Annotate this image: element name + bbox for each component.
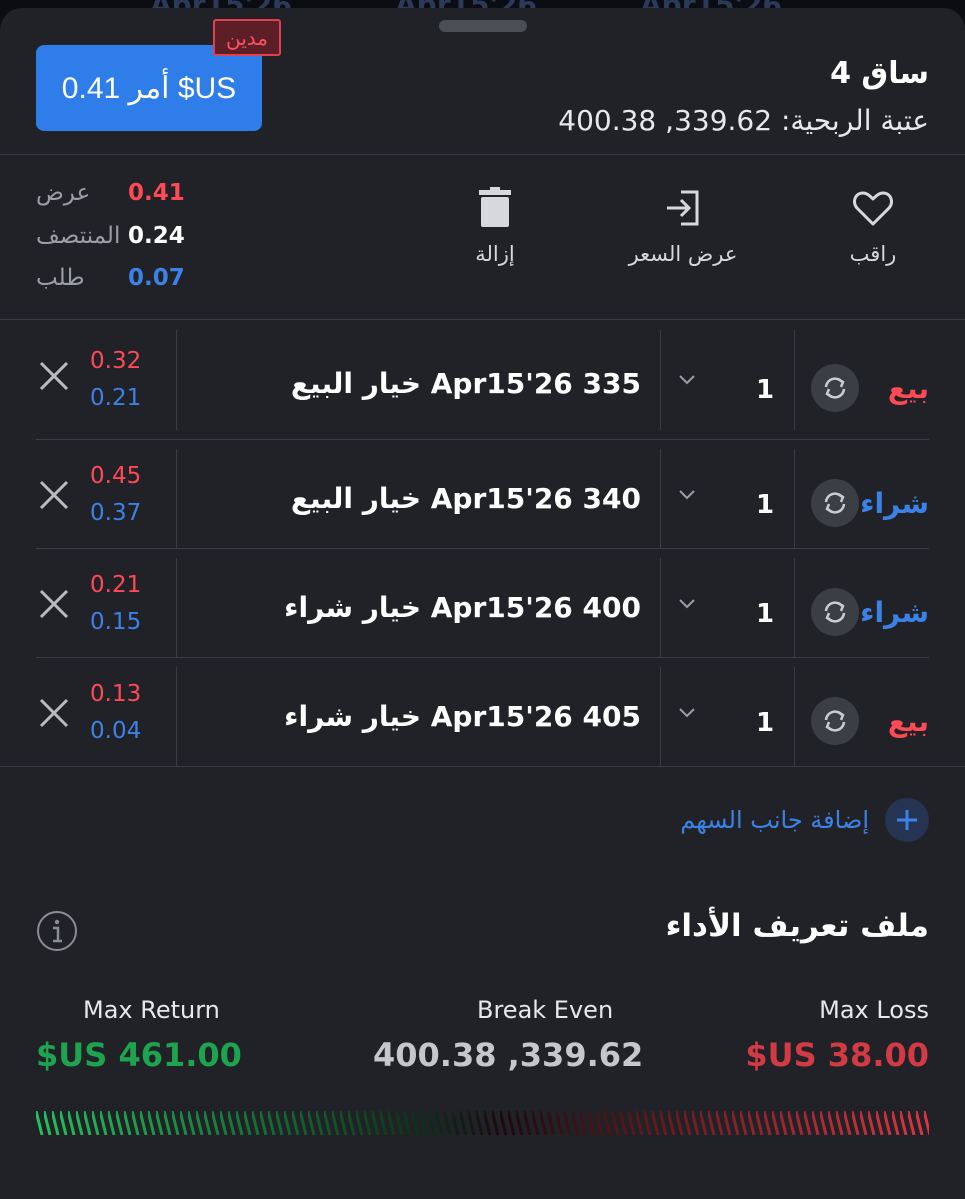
divider (0, 319, 965, 320)
risk-profile-bar (36, 1111, 929, 1135)
refresh-icon (824, 377, 846, 399)
leg-quantity[interactable]: 1 (756, 375, 774, 405)
remove-label: إزالة (475, 242, 515, 266)
leg-separator (794, 330, 795, 430)
ask-label: عرض (36, 180, 91, 206)
mid-value: 0.24 (128, 223, 185, 249)
leg-side-label[interactable]: بيع (888, 705, 929, 738)
leg-quantity[interactable]: 1 (756, 599, 774, 629)
strategy-title: ساق 4 (830, 56, 929, 91)
leg-ask: 0.32 (90, 348, 142, 374)
break-even-value: 400.38 ,339.62 (373, 1036, 644, 1074)
chevron-down-icon[interactable] (676, 592, 698, 614)
leg-separator (176, 449, 177, 549)
leg-bid: 0.04 (90, 718, 142, 744)
row-divider (36, 439, 929, 440)
row-divider (36, 657, 929, 658)
divider (0, 766, 965, 767)
toggle-side-button[interactable] (811, 588, 859, 636)
debit-badge: مدين (213, 19, 281, 56)
add-stock-leg-button[interactable]: إضافة جانب السهم (680, 798, 929, 842)
bid-value: 0.07 (128, 265, 185, 291)
leg-separator (794, 449, 795, 549)
mid-label: المنتصف (36, 223, 121, 249)
leg-ask: 0.13 (90, 681, 142, 707)
leg-separator (176, 667, 177, 767)
refresh-icon (824, 492, 846, 514)
leg-separator (660, 667, 661, 767)
leg-description[interactable]: 405 Apr15'26 خيار شراء (284, 700, 641, 733)
refresh-icon (824, 601, 846, 623)
max-loss-value: $US 38.00 (745, 1036, 929, 1074)
chevron-down-icon[interactable] (676, 483, 698, 505)
leg-ask: 0.45 (90, 463, 142, 489)
close-icon[interactable] (36, 477, 72, 513)
leg-separator (176, 558, 177, 658)
leg-separator (660, 449, 661, 549)
close-icon[interactable] (36, 695, 72, 731)
show-price-label: عرض السعر (628, 242, 738, 266)
plus-icon (885, 798, 929, 842)
leg-side-label[interactable]: بيع (888, 372, 929, 405)
show-price-button[interactable]: عرض السعر (620, 186, 746, 266)
remove-button[interactable]: إزالة (462, 186, 528, 266)
watch-label: راقب (849, 242, 897, 266)
info-icon[interactable] (36, 910, 78, 952)
toggle-side-button[interactable] (811, 364, 859, 412)
mid-quote: المنتصف 0.24 (36, 223, 186, 253)
leg-quantity[interactable]: 1 (756, 708, 774, 738)
max-loss-label: Max Loss (819, 996, 929, 1024)
performance-profile-title: ملف تعريف الأداء (665, 908, 929, 944)
close-icon[interactable] (36, 358, 72, 394)
breakeven-summary: عتبة الربحية: 339.62, 400.38 (558, 104, 929, 137)
leg-separator (794, 558, 795, 658)
add-stock-leg-label: إضافة جانب السهم (680, 806, 869, 834)
leg-side-label[interactable]: شراء (860, 596, 929, 629)
toggle-side-button[interactable] (811, 697, 859, 745)
leg-description[interactable]: 335 Apr15'26 خيار البيع (291, 367, 641, 400)
leg-description[interactable]: 400 Apr15'26 خيار شراء (284, 591, 641, 624)
leg-quantity[interactable]: 1 (756, 490, 774, 520)
bid-label: طلب (36, 265, 85, 291)
sheet-drag-handle[interactable] (439, 20, 527, 32)
leg-separator (660, 330, 661, 430)
leg-ask: 0.21 (90, 572, 142, 598)
bid-quote: طلب 0.07 (36, 265, 186, 295)
leg-bid: 0.37 (90, 500, 142, 526)
trash-icon (479, 187, 511, 227)
chevron-down-icon[interactable] (676, 368, 698, 390)
place-order-button[interactable]: أمر 0.41 $US (36, 45, 262, 131)
heart-icon (853, 191, 893, 226)
max-return-label: Max Return (83, 996, 220, 1024)
leg-separator (660, 558, 661, 658)
ask-quote: عرض 0.41 (36, 180, 186, 210)
leg-description[interactable]: 340 Apr15'26 خيار البيع (291, 482, 641, 515)
ask-value: 0.41 (128, 180, 185, 206)
leg-row: 0.21 0.15 400 Apr15'26 خيار شراء 1 شراء (36, 558, 929, 658)
break-even-label: Break Even (477, 996, 614, 1024)
chevron-down-icon[interactable] (676, 701, 698, 723)
order-sheet: أمر 0.41 $US مدين ساق 4 عتبة الربحية: 33… (0, 8, 965, 1199)
leg-separator (794, 667, 795, 767)
close-icon[interactable] (36, 586, 72, 622)
leg-bid: 0.15 (90, 609, 142, 635)
row-divider (36, 548, 929, 549)
max-return-value: $US 461.00 (36, 1036, 242, 1074)
leg-separator (176, 330, 177, 430)
refresh-icon (824, 710, 846, 732)
leg-bid: 0.21 (90, 385, 142, 411)
leg-row: 0.45 0.37 340 Apr15'26 خيار البيع 1 شراء (36, 449, 929, 549)
watch-button[interactable]: راقب (838, 186, 908, 266)
leg-row: 0.13 0.04 405 Apr15'26 خيار شراء 1 بيع (36, 667, 929, 767)
leg-side-label[interactable]: شراء (860, 487, 929, 520)
toggle-side-button[interactable] (811, 479, 859, 527)
divider (0, 154, 965, 155)
enter-icon (667, 190, 699, 226)
leg-row: 0.32 0.21 335 Apr15'26 خيار البيع 1 بيع (36, 330, 929, 430)
